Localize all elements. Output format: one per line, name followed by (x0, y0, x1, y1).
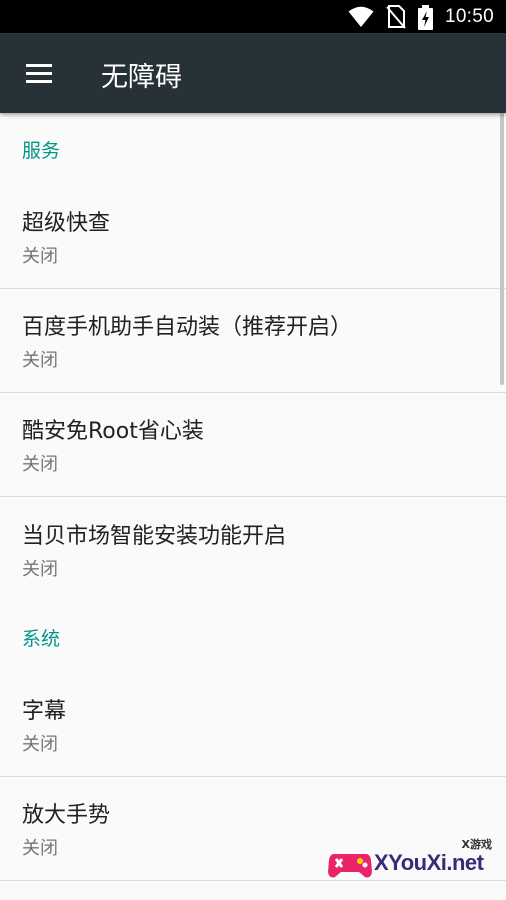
battery-charging-icon (417, 4, 433, 30)
watermark-text: XYouXi.net (374, 850, 484, 875)
section-header-services: 服务 (22, 139, 61, 162)
pref-item-super-quick-search[interactable]: 超级快查 关闭 (0, 185, 506, 289)
pref-title: 超级快查 (22, 211, 111, 236)
section-header-system: 系统 (22, 627, 61, 650)
pref-title: 百度手机助手自动装（推荐开启） (22, 315, 353, 340)
settings-list[interactable]: 服务 超级快查 关闭 百度手机助手自动装（推荐开启） 关闭 酷安免Root省心装… (0, 113, 506, 900)
page-title: 无障碍 (101, 62, 182, 93)
pref-summary: 关闭 (22, 734, 58, 755)
app-bar: 无障碍 (0, 33, 506, 113)
pref-title: 当贝市场智能安装功能开启 (22, 523, 287, 549)
wifi-icon (348, 6, 374, 27)
pref-summary: 关闭 (22, 350, 58, 371)
gamepad-logo-icon (328, 854, 372, 878)
status-bar: 10:50 (0, 0, 506, 33)
pref-summary: 关闭 (22, 454, 58, 475)
pref-item-coolapk-install[interactable]: 酷安免Root省心装 关闭 (0, 393, 506, 497)
menu-icon[interactable] (20, 55, 58, 91)
no-sim-icon (386, 5, 406, 29)
status-time: 10:50 (444, 6, 494, 27)
pref-summary: 关闭 (22, 558, 58, 580)
pref-title: 字幕 (22, 699, 67, 724)
status-icons: 10:50 (348, 4, 494, 30)
pref-title: 放大手势 (22, 803, 111, 828)
pref-summary: 关闭 (22, 246, 58, 267)
scrollbar[interactable] (500, 113, 504, 385)
watermark: XYouXi.net X游戏 (328, 838, 496, 886)
watermark-small-text: X游戏 (461, 838, 492, 851)
pref-title: 酷安免Root省心装 (22, 419, 204, 444)
pref-item-captions[interactable]: 字幕 关闭 (0, 673, 506, 777)
pref-item-dangbei-install[interactable]: 当贝市场智能安装功能开启 关闭 (0, 497, 506, 601)
pref-item-baidu-auto-install[interactable]: 百度手机助手自动装（推荐开启） 关闭 (0, 289, 506, 393)
